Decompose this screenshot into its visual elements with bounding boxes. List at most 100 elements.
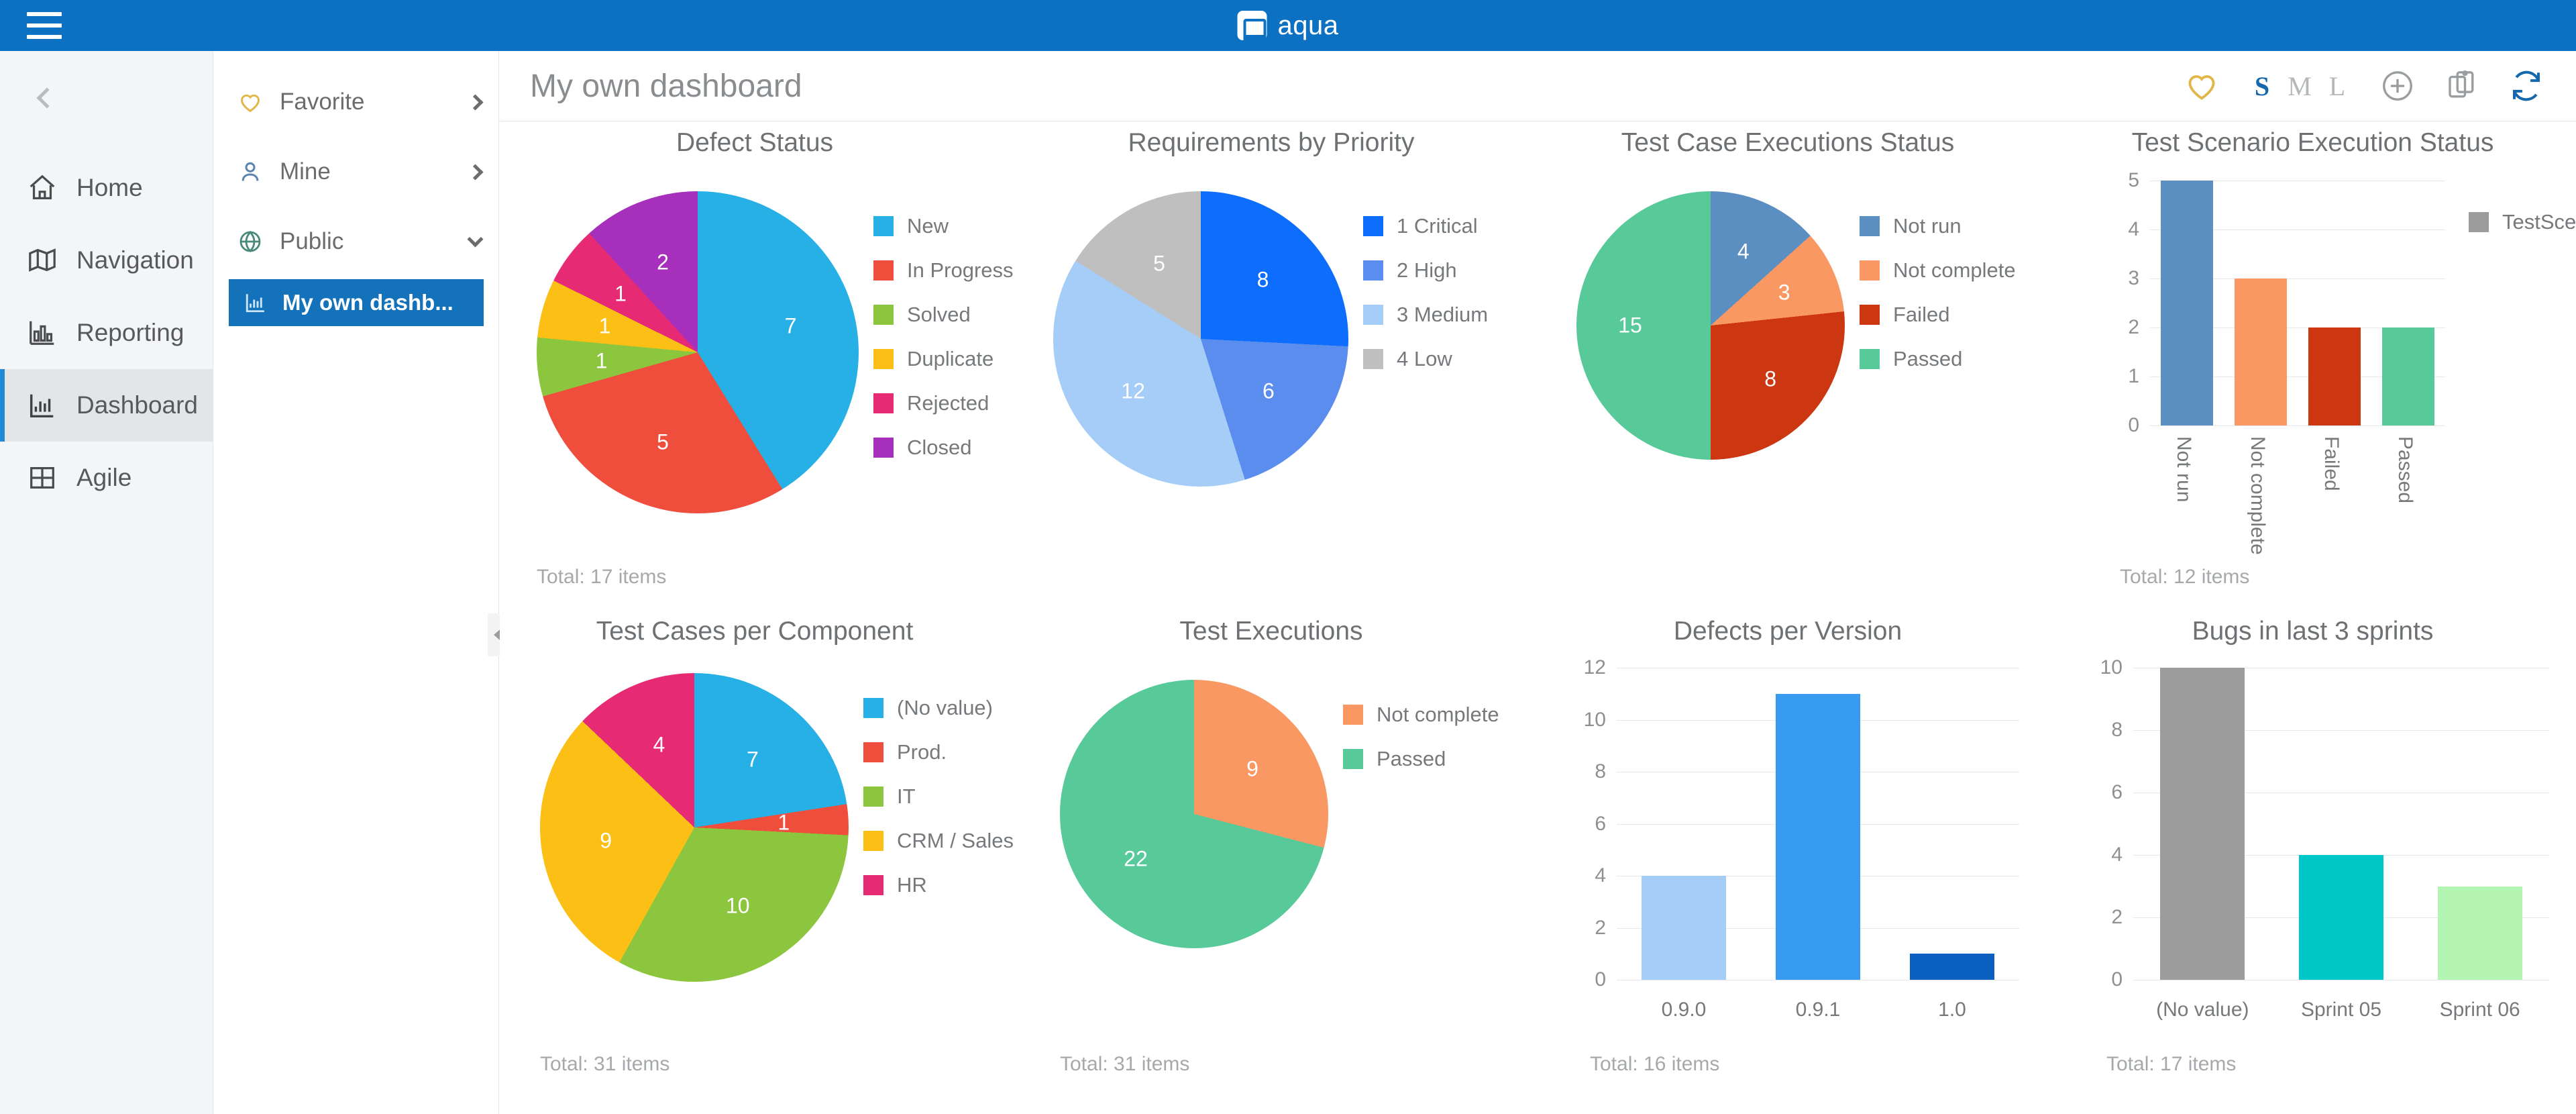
legend-swatch bbox=[863, 831, 883, 851]
pie-slice-value: 1 bbox=[595, 348, 608, 373]
y-axis-tick: 8 bbox=[1595, 760, 1606, 782]
legend-label: Not complete bbox=[1893, 258, 2016, 282]
legend-item[interactable]: 2 High bbox=[1363, 258, 1488, 283]
legend-swatch bbox=[1363, 260, 1383, 281]
refresh-button[interactable] bbox=[2494, 60, 2559, 112]
legend-swatch bbox=[863, 875, 883, 895]
sidebar-item-home[interactable]: Home bbox=[0, 152, 213, 224]
legend-item[interactable]: Closed bbox=[873, 436, 1014, 460]
chart-legend: New In Progress Solved Duplicate Rejected Clo… bbox=[873, 214, 1014, 480]
add-widget-button[interactable] bbox=[2365, 60, 2430, 112]
pie-slice-value: 1 bbox=[614, 281, 627, 306]
dashboard-tree-panel: Favorite Mine Public My own dashb... bbox=[214, 51, 509, 1114]
x-axis-tick: Sprint 06 bbox=[2439, 999, 2520, 1021]
y-axis-tick: 4 bbox=[2111, 844, 2123, 866]
widget-total: Total: 31 items bbox=[540, 1053, 670, 1075]
y-axis-tick: 0 bbox=[2111, 968, 2123, 991]
nav-item-list: Home Navigation Reporting Dashboard Agil… bbox=[0, 152, 213, 514]
copy-icon bbox=[2449, 70, 2474, 98]
legend-item[interactable]: IT bbox=[863, 784, 1014, 809]
tree-group-mine[interactable]: Mine bbox=[214, 137, 498, 207]
page-title: My own dashboard bbox=[530, 68, 802, 104]
pie-slice-value: 1 bbox=[598, 313, 611, 338]
pie-slice-value: 4 bbox=[1737, 239, 1750, 264]
bar[interactable] bbox=[1910, 954, 1994, 980]
widget-size-selector: S M L bbox=[2243, 70, 2356, 102]
pie-slice-value: 9 bbox=[1246, 756, 1258, 781]
x-axis-tick: (No value) bbox=[2156, 999, 2249, 1021]
bar[interactable] bbox=[2161, 181, 2213, 425]
widget-defect-status: Defect Status 751112 New In Progress Solve… bbox=[500, 128, 1014, 611]
favorite-button[interactable] bbox=[2169, 60, 2234, 112]
sidebar-item-navigation[interactable]: Navigation bbox=[0, 224, 213, 297]
widget-test-cases-per-component: Test Cases per Component 7 1 10 9 4 (No valu… bbox=[500, 617, 1014, 1100]
legend-item[interactable]: 4 Low bbox=[1363, 347, 1488, 371]
legend-item[interactable]: 3 Medium bbox=[1363, 303, 1488, 327]
bar[interactable] bbox=[2382, 327, 2434, 425]
legend-label: Solved bbox=[907, 303, 971, 326]
tree-item-my-own-dashboard[interactable]: My own dashb... bbox=[229, 279, 484, 326]
bar-chart-icon bbox=[244, 291, 268, 315]
bar[interactable] bbox=[2308, 327, 2361, 425]
primary-nav-rail: Home Navigation Reporting Dashboard Agil… bbox=[0, 51, 213, 1114]
globe-icon bbox=[237, 228, 264, 255]
app-name: aqua bbox=[1277, 10, 1339, 40]
legend-item[interactable]: New bbox=[873, 214, 1014, 238]
legend-item[interactable]: Passed bbox=[1860, 347, 2016, 371]
size-option-s[interactable]: S bbox=[2243, 70, 2281, 102]
tree-group-public[interactable]: Public bbox=[214, 207, 498, 276]
pie-slice-value: 8 bbox=[1256, 267, 1269, 292]
legend-swatch bbox=[1363, 216, 1383, 236]
legend-item[interactable]: HR bbox=[863, 873, 1014, 897]
legend-item[interactable]: 1 Critical bbox=[1363, 214, 1488, 238]
legend-item[interactable]: Not run bbox=[1860, 214, 2016, 238]
sidebar-item-agile[interactable]: Agile bbox=[0, 442, 213, 514]
hamburger-icon[interactable] bbox=[27, 12, 62, 39]
bar[interactable] bbox=[2160, 668, 2245, 980]
sidebar-item-label: Home bbox=[76, 174, 143, 201]
x-axis-tick: Failed bbox=[2320, 436, 2343, 491]
bar[interactable] bbox=[1776, 693, 1860, 980]
pie-chart: 751112 bbox=[537, 191, 859, 513]
legend-item[interactable]: Not complete bbox=[1343, 703, 1499, 727]
chevron-down-icon[interactable] bbox=[467, 230, 484, 248]
chevron-right-icon[interactable] bbox=[467, 93, 484, 111]
legend-item[interactable]: CRM / Sales bbox=[863, 829, 1014, 853]
widget-total: Total: 17 items bbox=[2106, 1053, 2237, 1075]
chevron-right-icon[interactable] bbox=[467, 163, 484, 181]
tree-group-favorite[interactable]: Favorite bbox=[214, 67, 498, 137]
legend-item[interactable]: Solved bbox=[873, 303, 1014, 327]
copy-dashboard-button[interactable] bbox=[2430, 60, 2494, 112]
size-option-m[interactable]: M bbox=[2281, 70, 2318, 102]
widget-bugs-in-last-3-sprints: Bugs in last 3 sprints 0 2 4 6 8 10 (No value)… bbox=[2049, 617, 2576, 1100]
bar-chart-icon bbox=[27, 390, 58, 421]
bar[interactable] bbox=[1642, 876, 1726, 980]
pie-slice-value: 7 bbox=[784, 313, 797, 338]
sidebar-item-dashboard[interactable]: Dashboard bbox=[0, 369, 213, 442]
pie-slice-value: 4 bbox=[653, 732, 665, 757]
legend-item[interactable]: Failed bbox=[1860, 303, 2016, 327]
pie-chart: 4 3 8 15 bbox=[1576, 191, 1845, 460]
y-axis-tick: 0 bbox=[1595, 968, 1606, 991]
bar-chart-plot: 0 1 2 3 4 5 Not run Not complete Failed Passed bbox=[2128, 169, 2445, 555]
legend-item[interactable]: In Progress bbox=[873, 258, 1014, 283]
legend-item[interactable]: Rejected bbox=[873, 391, 1014, 415]
chevron-left-icon[interactable] bbox=[27, 78, 67, 118]
bar[interactable] bbox=[2437, 886, 2522, 980]
chart-legend: Not run Not complete Failed Passed bbox=[1860, 214, 2016, 391]
legend-item[interactable]: Not complete bbox=[1860, 258, 2016, 283]
x-axis-tick: Passed bbox=[2394, 436, 2416, 504]
legend-swatch bbox=[1363, 349, 1383, 369]
bar[interactable] bbox=[2235, 278, 2287, 425]
legend-item[interactable]: (No value) bbox=[863, 696, 1014, 720]
legend-item[interactable]: TestScenario bbox=[2469, 210, 2576, 234]
sidebar-item-reporting[interactable]: Reporting bbox=[0, 297, 213, 369]
legend-item[interactable]: Passed bbox=[1343, 747, 1499, 771]
sidebar-item-label: Reporting bbox=[76, 319, 184, 346]
chart-legend: (No value) Prod. IT CRM / Sales HR bbox=[863, 696, 1014, 917]
legend-item[interactable]: Prod. bbox=[863, 740, 1014, 764]
bar[interactable] bbox=[2299, 855, 2383, 980]
size-option-l[interactable]: L bbox=[2318, 70, 2356, 102]
legend-item[interactable]: Duplicate bbox=[873, 347, 1014, 371]
chart-legend: Not complete Passed bbox=[1343, 703, 1499, 791]
